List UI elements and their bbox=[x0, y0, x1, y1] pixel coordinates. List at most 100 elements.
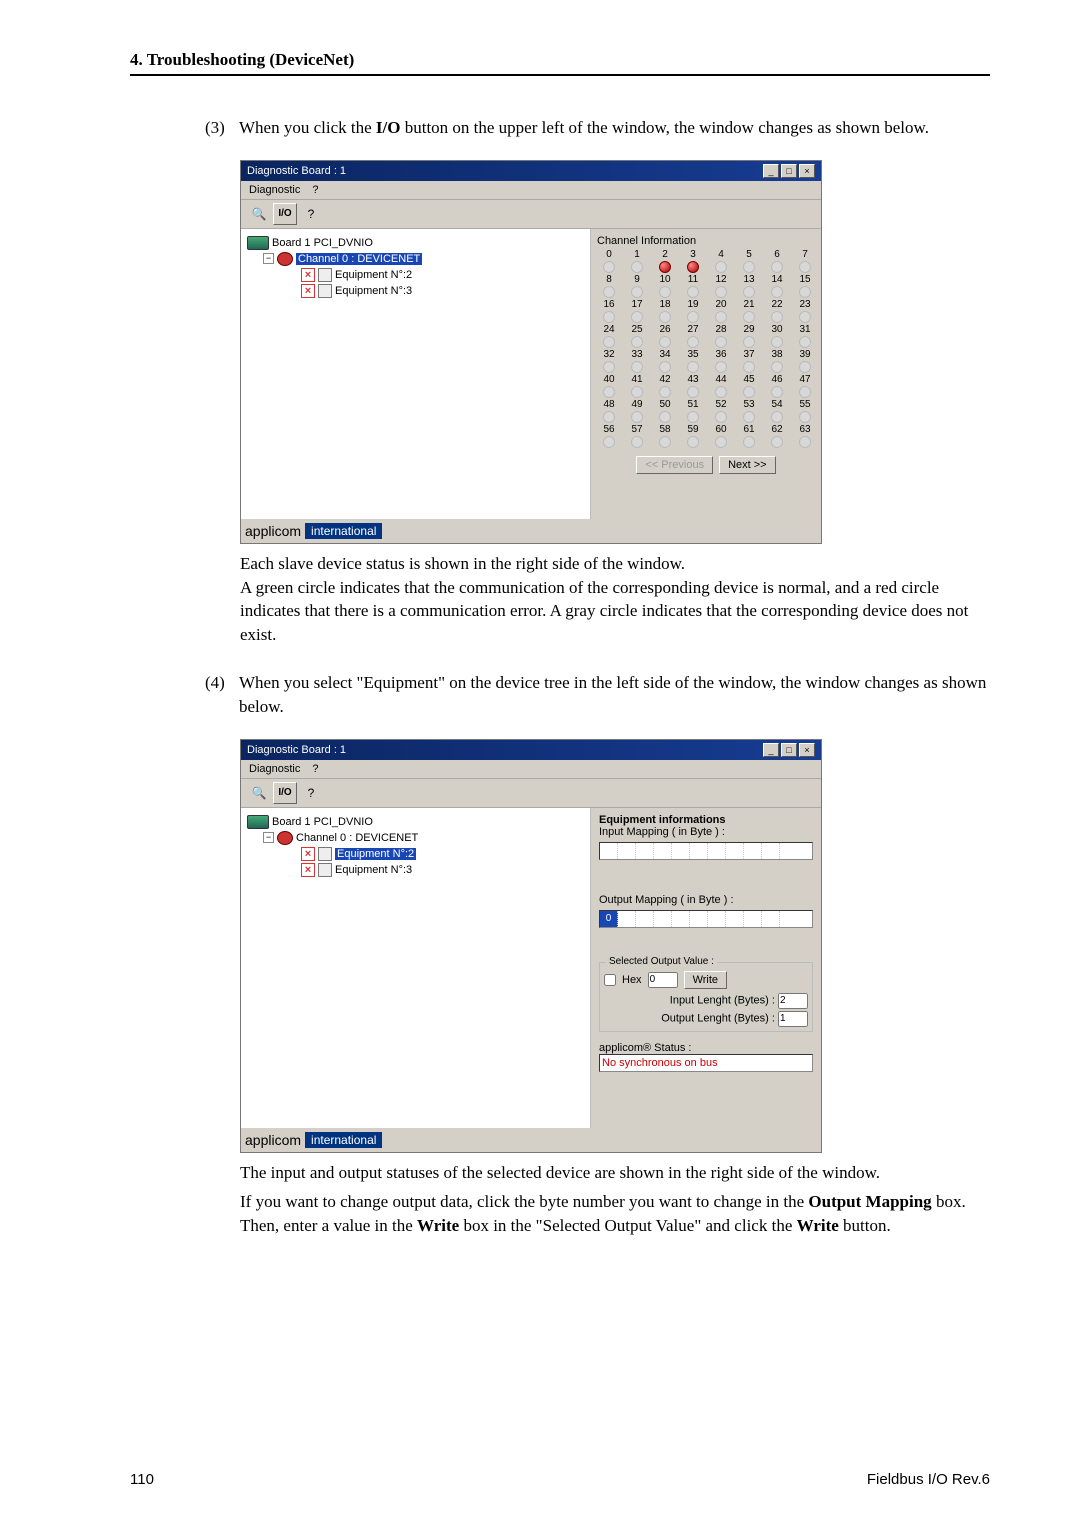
channel-number: 45 bbox=[737, 374, 761, 385]
channel-number: 0 bbox=[597, 249, 621, 260]
io-button[interactable]: I/O bbox=[273, 782, 297, 804]
channel-led bbox=[603, 386, 615, 398]
selected-output-label: Selected Output Value : bbox=[606, 956, 717, 967]
minimize-button[interactable]: _ bbox=[763, 743, 779, 757]
channel-led bbox=[687, 411, 699, 423]
channel-led bbox=[631, 361, 643, 373]
maximize-button[interactable]: □ bbox=[781, 164, 797, 178]
channel-number: 15 bbox=[793, 274, 817, 285]
logo-international: international bbox=[305, 523, 382, 539]
output-mapping-label: Output Mapping ( in Byte ) : bbox=[599, 894, 813, 906]
chan-info-title: Channel Information bbox=[597, 235, 815, 247]
channel-info-panel: Channel Information 01234567891011121314… bbox=[591, 229, 821, 519]
equipment-icon bbox=[318, 863, 332, 877]
output-mapping-grid[interactable]: 0 bbox=[599, 910, 813, 928]
explain-step3: Each slave device status is shown in the… bbox=[240, 552, 990, 647]
minimize-button[interactable]: _ bbox=[763, 164, 779, 178]
channel-icon bbox=[277, 831, 293, 845]
search-icon[interactable]: 🔍 bbox=[247, 203, 271, 225]
tree-eq3[interactable]: Equipment N°:3 bbox=[335, 285, 412, 297]
menu-diagnostic[interactable]: Diagnostic bbox=[249, 763, 300, 775]
channel-led bbox=[771, 386, 783, 398]
close-button[interactable]: × bbox=[799, 743, 815, 757]
channel-number: 3 bbox=[681, 249, 705, 260]
channel-led bbox=[771, 411, 783, 423]
channel-led bbox=[743, 261, 755, 273]
channel-led bbox=[631, 386, 643, 398]
io-button[interactable]: I/O bbox=[273, 203, 297, 225]
write-button[interactable]: Write bbox=[684, 971, 727, 989]
channel-led bbox=[631, 261, 643, 273]
tree-board[interactable]: Board 1 PCI_DVNIO bbox=[272, 816, 373, 828]
step-4: (4) When you select "Equipment" on the d… bbox=[205, 671, 990, 719]
output-byte-0[interactable]: 0 bbox=[600, 911, 618, 927]
tree-eq2[interactable]: Equipment N°:2 bbox=[335, 269, 412, 281]
channel-led bbox=[799, 336, 811, 348]
section-header: 4. Troubleshooting (DeviceNet) bbox=[130, 50, 990, 76]
input-mapping-label: Input Mapping ( in Byte ) : bbox=[599, 826, 813, 838]
input-length-label: Input Lenght (Bytes) : bbox=[670, 994, 775, 1006]
channel-led bbox=[603, 436, 615, 448]
menubar: Diagnostic ? bbox=[241, 760, 821, 779]
next-button[interactable]: Next >> bbox=[719, 456, 776, 474]
channel-number: 56 bbox=[597, 424, 621, 435]
logo-international: international bbox=[305, 1132, 382, 1148]
page-number: 110 bbox=[130, 1471, 154, 1488]
expander-icon[interactable]: − bbox=[263, 253, 274, 264]
menu-help[interactable]: ? bbox=[312, 184, 318, 196]
channel-led bbox=[771, 361, 783, 373]
menu-help[interactable]: ? bbox=[312, 763, 318, 775]
window-title: Diagnostic Board : 1 bbox=[247, 165, 346, 177]
error-icon: × bbox=[301, 847, 315, 861]
channel-led bbox=[743, 361, 755, 373]
channel-led bbox=[743, 311, 755, 323]
window-title: Diagnostic Board : 1 bbox=[247, 744, 346, 756]
channel-number: 39 bbox=[793, 349, 817, 360]
channel-led bbox=[631, 286, 643, 298]
board-icon bbox=[247, 815, 269, 829]
channel-led bbox=[771, 336, 783, 348]
input-mapping-grid[interactable] bbox=[599, 842, 813, 860]
tree-eq2[interactable]: Equipment N°:2 bbox=[335, 848, 416, 860]
tree-channel[interactable]: Channel 0 : DEVICENET bbox=[296, 253, 422, 265]
channel-number: 60 bbox=[709, 424, 733, 435]
input-length-field bbox=[778, 993, 808, 1009]
channel-number: 33 bbox=[625, 349, 649, 360]
prev-button[interactable]: << Previous bbox=[636, 456, 713, 474]
tree-eq3[interactable]: Equipment N°:3 bbox=[335, 864, 412, 876]
hex-checkbox[interactable] bbox=[604, 974, 616, 986]
search-icon[interactable]: 🔍 bbox=[247, 782, 271, 804]
channel-led bbox=[603, 361, 615, 373]
tree-board[interactable]: Board 1 PCI_DVNIO bbox=[272, 237, 373, 249]
channel-number: 19 bbox=[681, 299, 705, 310]
channel-number: 11 bbox=[681, 274, 705, 285]
write-value-input[interactable] bbox=[648, 972, 678, 988]
step4-text: When you select "Equipment" on the devic… bbox=[239, 671, 990, 719]
channel-number: 27 bbox=[681, 324, 705, 335]
channel-led bbox=[771, 436, 783, 448]
channel-number: 38 bbox=[765, 349, 789, 360]
channel-number: 57 bbox=[625, 424, 649, 435]
channel-led bbox=[603, 286, 615, 298]
board-icon bbox=[247, 236, 269, 250]
channel-led bbox=[631, 411, 643, 423]
error-icon: × bbox=[301, 284, 315, 298]
expander-icon[interactable]: − bbox=[263, 832, 274, 843]
menu-diagnostic[interactable]: Diagnostic bbox=[249, 184, 300, 196]
help-icon[interactable]: ? bbox=[299, 203, 323, 225]
channel-led bbox=[687, 311, 699, 323]
channel-led bbox=[659, 361, 671, 373]
channel-led bbox=[659, 336, 671, 348]
hex-label: Hex bbox=[622, 974, 642, 986]
close-button[interactable]: × bbox=[799, 164, 815, 178]
channel-number: 55 bbox=[793, 399, 817, 410]
channel-number: 37 bbox=[737, 349, 761, 360]
tree-channel[interactable]: Channel 0 : DEVICENET bbox=[296, 832, 418, 844]
maximize-button[interactable]: □ bbox=[781, 743, 797, 757]
titlebar: Diagnostic Board : 1 _ □ × bbox=[241, 740, 821, 760]
channel-number: 53 bbox=[737, 399, 761, 410]
channel-number: 2 bbox=[653, 249, 677, 260]
help-icon[interactable]: ? bbox=[299, 782, 323, 804]
channel-number: 28 bbox=[709, 324, 733, 335]
channel-number: 18 bbox=[653, 299, 677, 310]
